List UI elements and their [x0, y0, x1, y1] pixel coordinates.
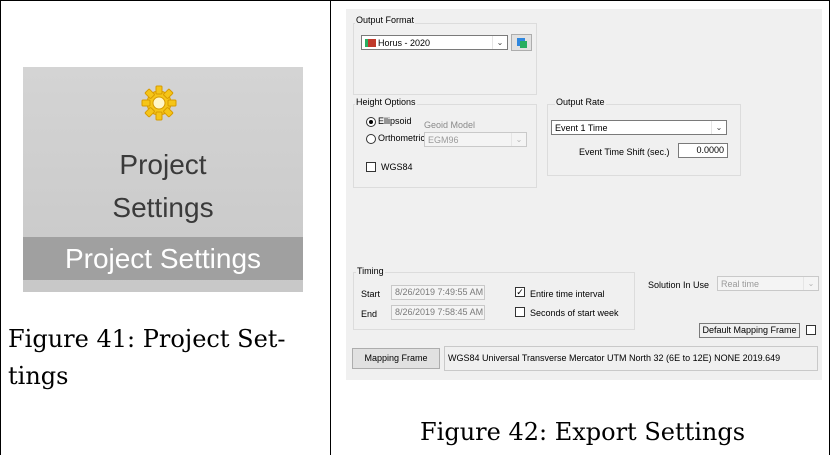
figure41-caption-line1: Figure 41: Project Set-	[8, 325, 286, 353]
seconds-of-start-week-checkbox[interactable]	[515, 307, 525, 317]
orthometric-radio[interactable]	[366, 134, 376, 144]
output-rate-select[interactable]: Event 1 Time ⌄	[551, 120, 727, 135]
project-settings-ribbon-button[interactable]: Project Settings Project Settings	[23, 67, 303, 292]
event-time-shift-input[interactable]: 0.0000	[678, 143, 728, 158]
seconds-of-start-week-label: Seconds of start week	[530, 308, 619, 318]
frame-left-line	[0, 0, 1, 455]
start-label: Start	[361, 289, 381, 299]
ellipsoid-label: Ellipsoid	[378, 116, 412, 126]
geoid-model-value: EGM96	[428, 135, 459, 145]
mapping-frame-field: WGS84 Universal Transverse Mercator UTM …	[444, 346, 818, 371]
entire-time-interval-checkbox[interactable]: ✓	[515, 287, 525, 297]
chevron-down-icon: ⌄	[511, 133, 526, 146]
output-format-value: Horus - 2020	[378, 38, 431, 48]
end-time-field[interactable]: 8/26/2019 7:58:45 AM	[391, 305, 485, 320]
output-rate-group	[547, 104, 741, 176]
solution-in-use-value: Real time	[721, 279, 760, 289]
ellipsoid-radio[interactable]	[366, 117, 376, 127]
geoid-model-label: Geoid Model	[424, 120, 476, 130]
output-format-title: Output Format	[355, 15, 416, 25]
ribbon-tooltip: Project Settings	[23, 237, 303, 280]
output-rate-value: Event 1 Time	[555, 123, 608, 133]
chevron-down-icon: ⌄	[803, 277, 818, 290]
ribbon-label-line1: Project	[119, 149, 207, 180]
start-time-field[interactable]: 8/26/2019 7:49:55 AM	[391, 285, 485, 300]
format-settings-button[interactable]	[511, 34, 532, 51]
orthometric-label: Orthometric	[378, 133, 426, 143]
wgs84-checkbox[interactable]	[366, 162, 376, 172]
default-mapping-frame-checkbox[interactable]	[806, 325, 816, 335]
chevron-down-icon: ⌄	[711, 121, 726, 134]
figure41-caption-line2: tings	[8, 362, 69, 390]
figure42-caption: Figure 42: Export Settings	[420, 418, 746, 446]
timing-title: Timing	[356, 266, 385, 276]
solution-in-use-label: Solution In Use	[648, 280, 710, 290]
chevron-down-icon: ⌄	[492, 36, 507, 49]
frame-top-line	[0, 0, 830, 1]
gear-icon	[141, 85, 177, 121]
output-format-select[interactable]: Horus - 2020 ⌄	[361, 35, 508, 50]
mapping-frame-button[interactable]: Mapping Frame	[352, 348, 440, 369]
output-format-group	[353, 23, 537, 95]
format-icon	[516, 38, 527, 48]
end-label: End	[361, 309, 378, 319]
timing-group	[353, 272, 635, 330]
entire-time-interval-label: Entire time interval	[530, 289, 605, 299]
horus-format-icon	[365, 39, 376, 47]
frame-divider-line	[330, 0, 331, 455]
output-rate-title: Output Rate	[555, 97, 606, 107]
ribbon-label-line2: Settings	[112, 192, 214, 223]
event-time-shift-label: Event Time Shift (sec.)	[579, 147, 670, 157]
height-options-title: Height Options	[355, 97, 417, 107]
solution-in-use-select[interactable]: Real time ⌄	[717, 276, 819, 291]
default-mapping-frame-label: Default Mapping Frame	[699, 323, 800, 338]
export-settings-dialog: Output Format Horus - 2020 ⌄ Height Opti…	[346, 9, 822, 380]
geoid-model-select[interactable]: EGM96 ⌄	[424, 132, 527, 147]
wgs84-label: WGS84	[381, 162, 413, 172]
